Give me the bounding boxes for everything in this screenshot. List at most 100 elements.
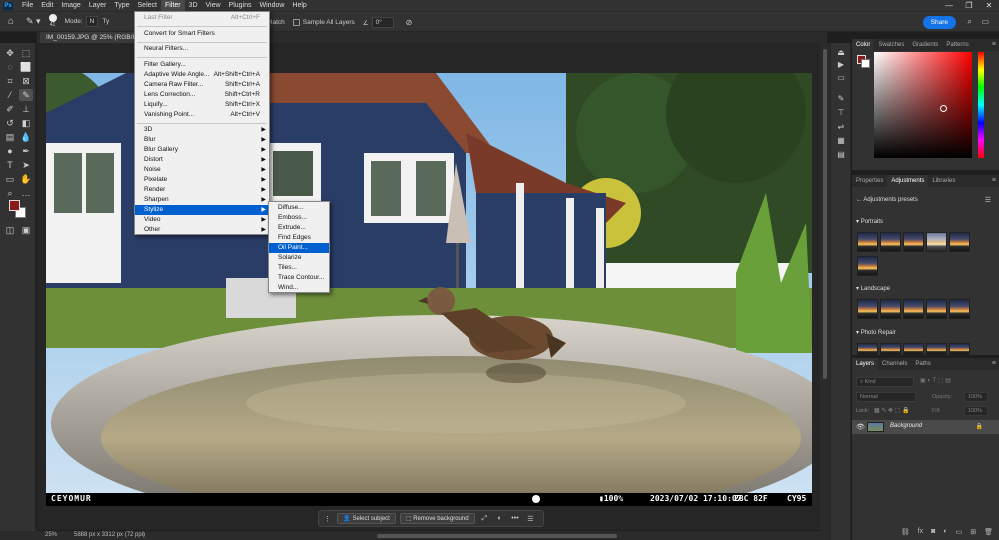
preset-thumbnail[interactable] [880, 343, 901, 355]
menu-item-pixelate[interactable]: Pixelate ▶ [135, 175, 269, 185]
gradient-tool-icon[interactable]: ▤ [3, 131, 17, 143]
menu-item-3d[interactable]: 3D ▶ [135, 125, 269, 135]
color-panel-menu-icon[interactable]: ≡ [992, 41, 996, 48]
foreground-color-swatch[interactable] [9, 200, 20, 211]
type-tool-icon[interactable]: T [3, 159, 17, 171]
object-select-tool-icon[interactable]: ⬜ [19, 61, 33, 73]
preset-thumbnail[interactable] [903, 232, 924, 252]
history-icon[interactable]: ⏏ [835, 48, 847, 57]
submenu-item-emboss[interactable]: Emboss... [269, 213, 329, 223]
menu-filter[interactable]: Filter [160, 0, 185, 11]
fill-input[interactable]: 100% [964, 406, 988, 416]
submenu-item-solarize[interactable]: Solarize [269, 253, 329, 263]
remove-background-button[interactable]: ⬚ Remove background [399, 513, 475, 524]
submenu-item-extrude[interactable]: Extrude... [269, 223, 329, 233]
menu-item-lens-correction[interactable]: Lens Correction... Shift+Ctrl+R [135, 90, 269, 100]
hand-tool-icon[interactable]: ✋ [19, 173, 33, 185]
fx-icon[interactable]: fx [918, 528, 923, 540]
menu-file[interactable]: File [18, 0, 37, 11]
vertical-scroll-thumb[interactable] [823, 49, 827, 379]
document-size-info[interactable]: 5888 px x 3312 px (72 ppi) [74, 531, 145, 540]
opacity-input[interactable]: 100% [964, 392, 988, 402]
transform-icon[interactable]: ⤢ [479, 515, 490, 523]
preset-thumbnail[interactable] [857, 256, 878, 276]
angle-input[interactable]: 0° [371, 17, 394, 28]
preset-thumbnail[interactable] [880, 299, 901, 319]
select-subject-button[interactable]: 👤 Select subject [337, 513, 396, 524]
lasso-tool-icon[interactable]: ◌ [3, 61, 17, 73]
preset-thumbnail[interactable] [903, 343, 924, 355]
menu-item-stylize[interactable]: Stylize ▶ [135, 205, 269, 215]
menu-view[interactable]: View [202, 0, 225, 11]
menu-window[interactable]: Window [256, 0, 289, 11]
submenu-item-diffuse[interactable]: Diffuse... [269, 203, 329, 213]
menu-plugins[interactable]: Plugins [225, 0, 256, 11]
brush-settings-icon[interactable]: ✎ [835, 94, 847, 103]
dodge-tool-icon[interactable]: ● [3, 145, 17, 157]
screen-mode-icon[interactable]: ▣ [19, 224, 33, 236]
preset-thumbnail[interactable] [926, 299, 947, 319]
adjustments-panel-menu-icon[interactable]: ≡ [992, 177, 996, 184]
zoom-tool-icon[interactable]: ⌕ [3, 187, 17, 199]
hue-slider[interactable] [978, 52, 984, 158]
section-photo-repair[interactable]: ▾ Photo Repair [856, 329, 896, 336]
layer-filter-icons[interactable]: ▣ ◐ T ⬚ ▤ [920, 377, 951, 384]
close-button[interactable]: ✕ [979, 0, 999, 11]
path-select-tool-icon[interactable]: ➤ [19, 159, 33, 171]
character-icon[interactable]: ⊤ [835, 108, 847, 117]
add-mask-icon[interactable]: ◙ [931, 528, 935, 540]
menu-item-adaptive-wide-angle[interactable]: Adaptive Wide Angle... Alt+Shift+Ctrl+A [135, 70, 269, 80]
tab-adjustments[interactable]: Adjustments [887, 175, 929, 187]
preset-thumbnail[interactable] [857, 232, 878, 252]
menu-3d[interactable]: 3D [185, 0, 202, 11]
drag-handle-icon[interactable]: ⋮ [322, 515, 333, 523]
submenu-item-tiles[interactable]: Tiles... [269, 263, 329, 273]
menu-item-vanishing-point[interactable]: Vanishing Point... Alt+Ctrl+V [135, 110, 269, 120]
vertical-scrollbar[interactable] [820, 43, 830, 531]
adjustments-presets-header[interactable]: ← Adjustments presets [856, 197, 918, 203]
new-adjustment-icon[interactable]: ◐ [943, 528, 947, 540]
menu-item-blur-gallery[interactable]: Blur Gallery ▶ [135, 145, 269, 155]
preset-thumbnail[interactable] [926, 343, 947, 355]
layer-filter-kind[interactable]: ⌕ Kind [856, 377, 914, 387]
preset-thumbnail[interactable] [857, 343, 878, 355]
preset-thumbnail[interactable] [880, 232, 901, 252]
panel-background-swatch[interactable] [861, 59, 870, 68]
layers-panel-menu-icon[interactable]: ≡ [992, 360, 996, 367]
stamp-tool-icon[interactable]: ⊥ [19, 103, 33, 115]
section-landscape[interactable]: ▾ Landscape [856, 285, 890, 292]
blur-tool-icon[interactable]: 💧 [19, 131, 33, 143]
quick-mask-icon[interactable]: ◫ [3, 224, 17, 236]
preset-thumbnail[interactable] [857, 299, 878, 319]
menu-layer[interactable]: Layer [85, 0, 111, 11]
move-tool-icon[interactable]: ✥ [3, 47, 17, 59]
adjustment-icon[interactable]: ◐ [494, 515, 505, 522]
tab-patterns[interactable]: Patterns [942, 39, 972, 51]
list-view-icon[interactable]: ☰ [985, 196, 991, 204]
home-icon[interactable]: ⌂ [0, 11, 22, 32]
submenu-item-oil-paint[interactable]: Oil Paint... [269, 243, 329, 253]
tab-paths[interactable]: Paths [911, 358, 934, 370]
eraser-tool-icon[interactable]: ◧ [19, 117, 33, 129]
menu-select[interactable]: Select [134, 0, 161, 11]
visibility-eye-icon[interactable]: 👁 [856, 423, 865, 431]
brush-tool-icon[interactable]: ✐ [3, 103, 17, 115]
tab-color[interactable]: Color [852, 39, 875, 51]
mode-select[interactable]: N [85, 16, 99, 27]
tab-properties[interactable]: Properties [852, 175, 887, 187]
preset-thumbnail[interactable] [949, 299, 970, 319]
menu-edit[interactable]: Edit [37, 0, 57, 11]
submenu-item-find-edges[interactable]: Find Edges [269, 233, 329, 243]
marquee-tool-icon[interactable]: ⬚ [19, 47, 33, 59]
menu-item-render[interactable]: Render ▶ [135, 185, 269, 195]
more-options-icon[interactable]: ••• [509, 515, 520, 522]
preset-thumbnail[interactable] [949, 343, 970, 355]
status-arrow-icon[interactable]: › [143, 531, 145, 540]
menu-item-convert-smart-filters[interactable]: Convert for Smart Filters [135, 29, 269, 39]
menu-item-sharpen[interactable]: Sharpen ▶ [135, 195, 269, 205]
properties-icon[interactable]: ▤ [835, 150, 847, 159]
search-icon[interactable]: ⌕ [968, 17, 972, 27]
frame-tool-icon[interactable]: ⊠ [19, 75, 33, 87]
sample-all-layers-checkbox[interactable] [292, 19, 300, 26]
menu-item-camera-raw-filter[interactable]: Camera Raw Filter... Shift+Ctrl+A [135, 80, 269, 90]
